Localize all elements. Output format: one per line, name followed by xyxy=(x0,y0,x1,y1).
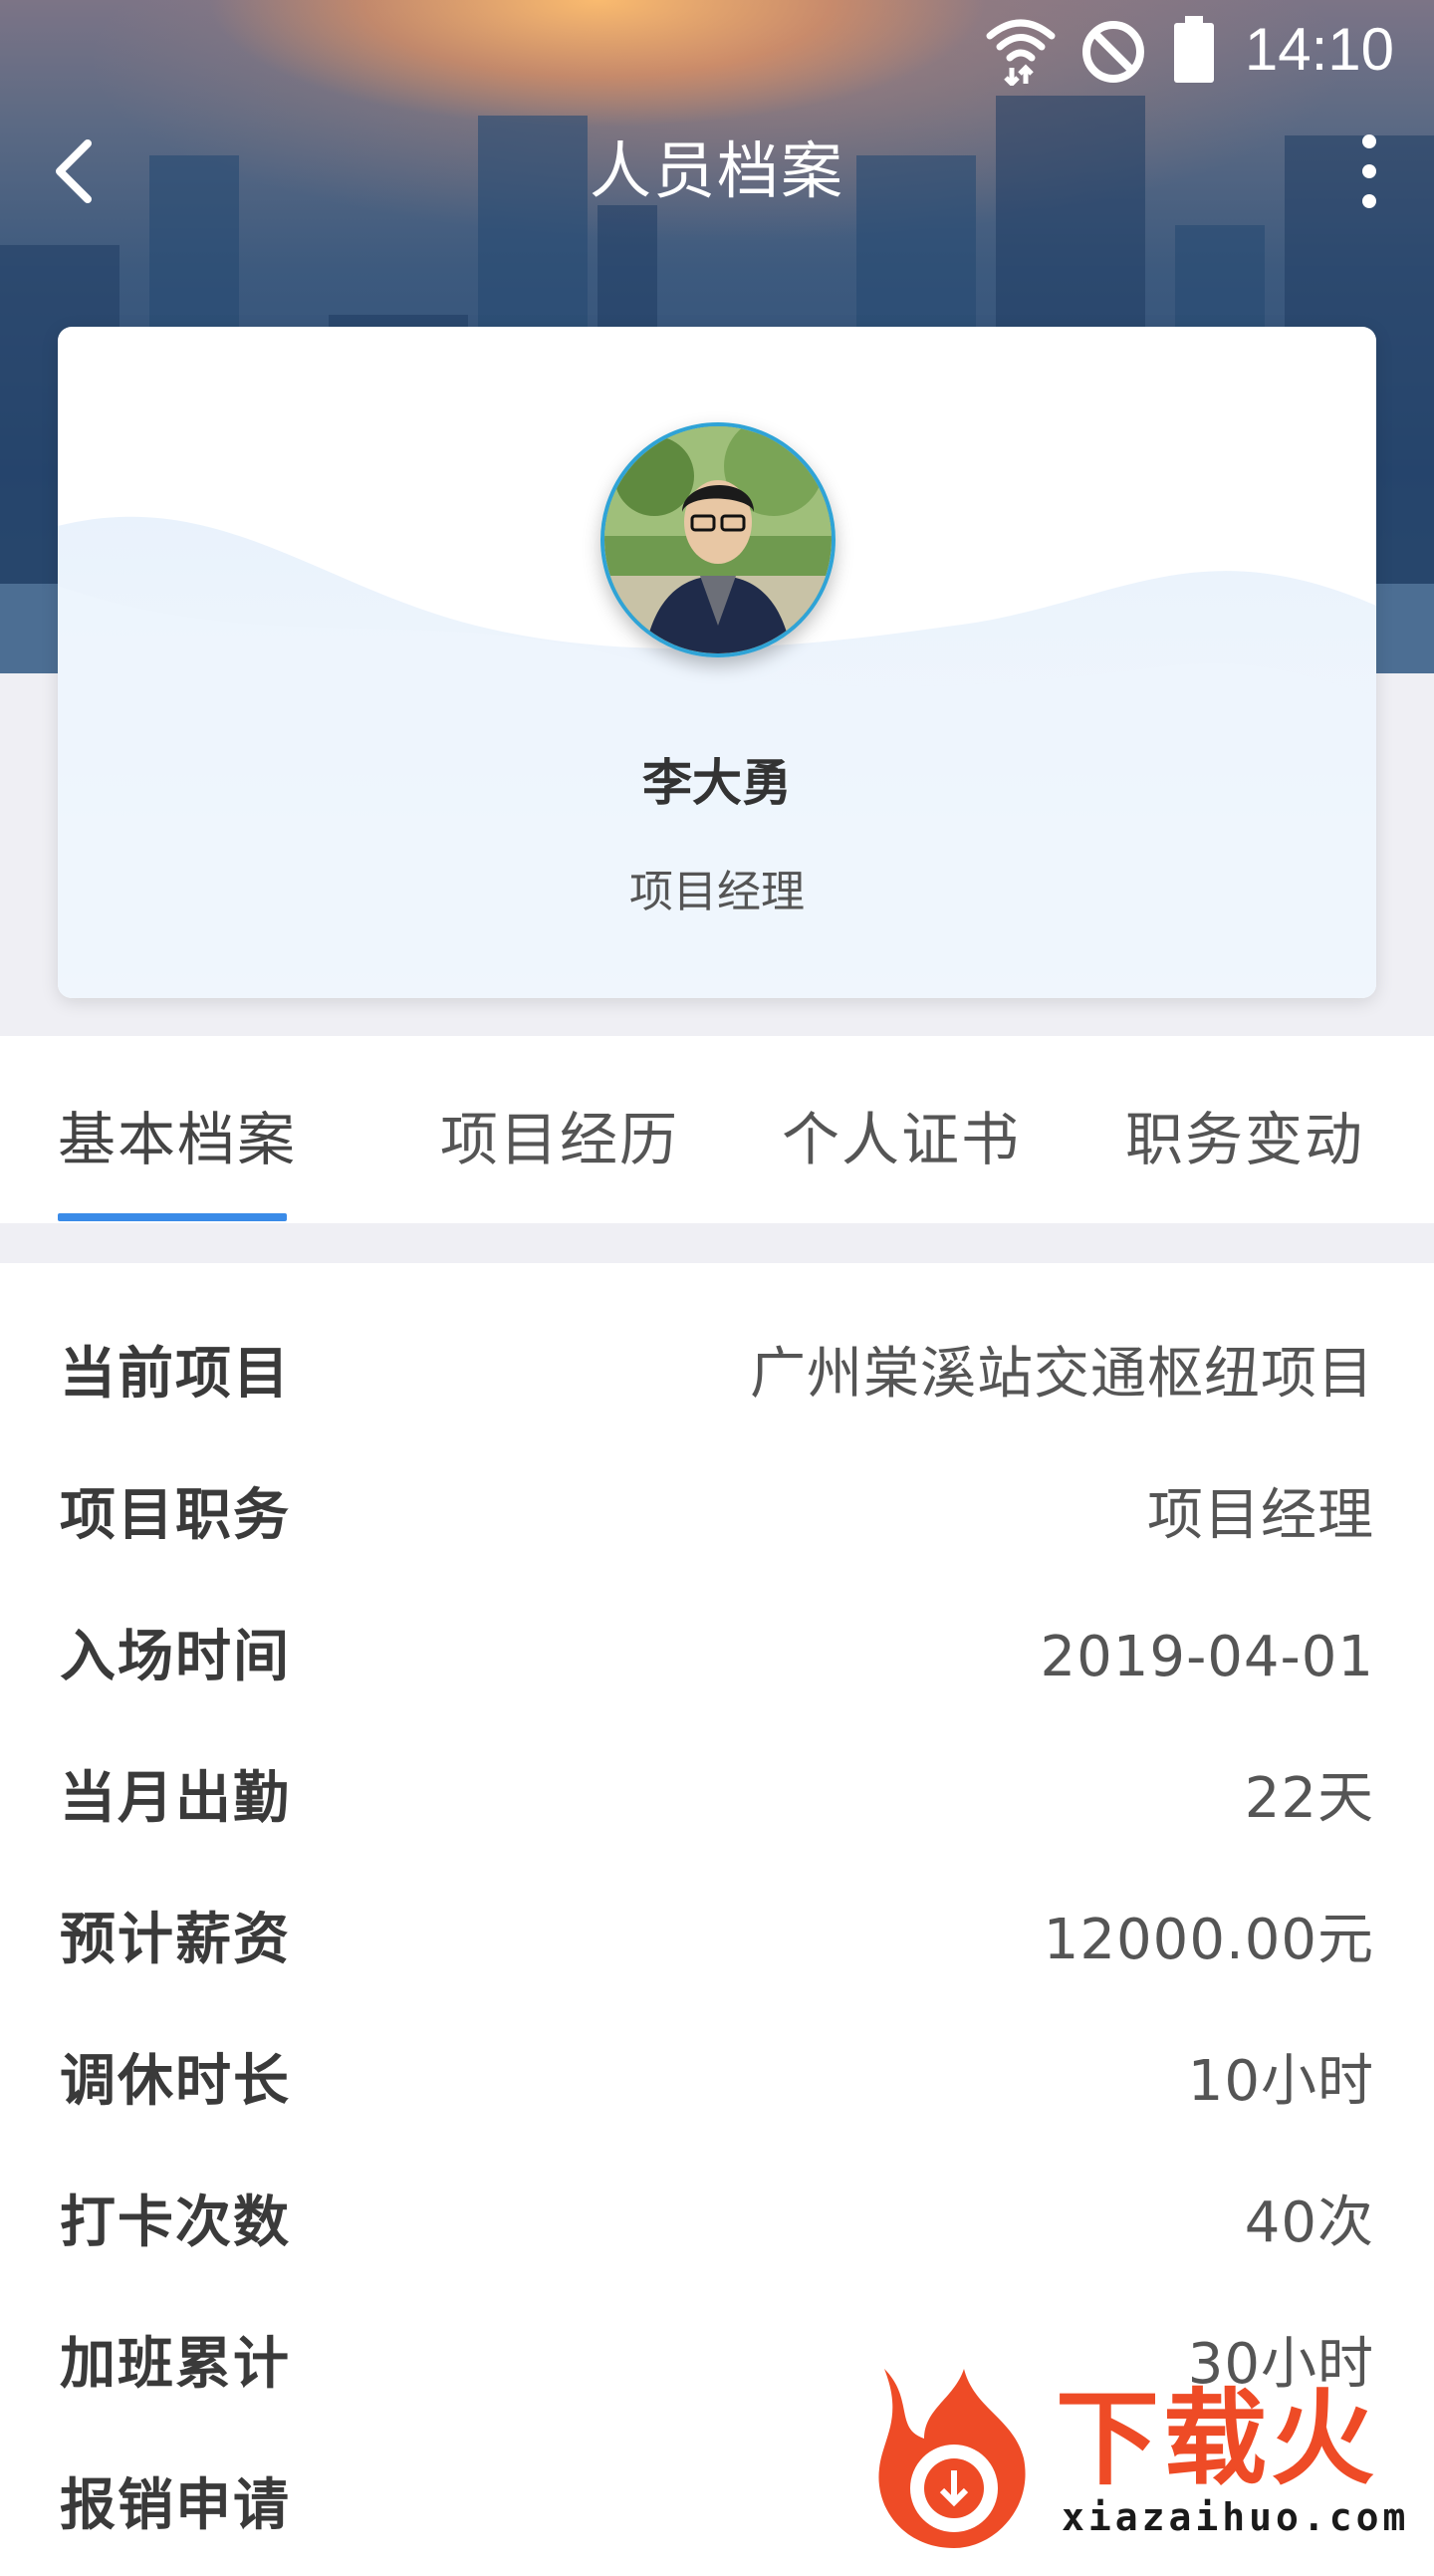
row-value: 40次 xyxy=(1244,2190,1374,2255)
list-item-compensatory-leave: 调休时长 10小时 xyxy=(0,2010,1434,2152)
watermark-logo: 下载火 xiazaihuo.com xyxy=(848,2359,1434,2550)
battery-icon xyxy=(1171,14,1217,90)
row-value: 2019-04-01 xyxy=(1040,1625,1374,1689)
person-photo xyxy=(604,426,832,653)
list-item-clock-in-count: 打卡次数 40次 xyxy=(0,2152,1434,2293)
row-value: 项目经理 xyxy=(1147,1483,1374,1548)
avatar[interactable] xyxy=(600,422,836,657)
row-label: 入场时间 xyxy=(60,1625,291,1689)
watermark-url: xiazaihuo.com xyxy=(1062,2495,1410,2539)
wifi-icon xyxy=(986,14,1056,90)
row-label: 报销申请 xyxy=(60,2473,291,2538)
list-item-entry-date: 入场时间 2019-04-01 xyxy=(0,1586,1434,1727)
page-title: 人员档案 xyxy=(589,134,844,207)
row-value: 12000.00元 xyxy=(1043,1908,1374,1972)
row-label: 当月出勤 xyxy=(60,1766,291,1831)
row-value: 22天 xyxy=(1244,1766,1374,1831)
list-item-monthly-attendance: 当月出勤 22天 xyxy=(0,1727,1434,1869)
flame-logo-icon xyxy=(878,2369,1026,2548)
row-label: 预计薪资 xyxy=(60,1908,291,1972)
profile-card: 李大勇 项目经理 xyxy=(58,327,1376,998)
more-menu-button[interactable] xyxy=(1344,129,1394,213)
status-bar: 14:10 xyxy=(0,0,1434,100)
row-label: 当前项目 xyxy=(60,1342,291,1407)
row-label: 加班累计 xyxy=(60,2332,291,2397)
profile-name: 李大勇 xyxy=(642,754,792,812)
active-tab-indicator xyxy=(58,1213,287,1221)
section-divider xyxy=(0,1223,1434,1263)
list-item-expected-salary: 预计薪资 12000.00元 xyxy=(0,1869,1434,2010)
do-not-disturb-icon xyxy=(1079,14,1147,90)
row-value: 广州棠溪站交通枢纽项目 xyxy=(750,1342,1374,1407)
tab-certificates[interactable]: 个人证书 xyxy=(782,1102,1021,1177)
tab-position-changes[interactable]: 职务变动 xyxy=(1125,1102,1364,1177)
more-vertical-icon xyxy=(1362,134,1376,208)
tab-project-experience[interactable]: 项目经历 xyxy=(440,1102,679,1177)
row-label: 调休时长 xyxy=(60,2049,291,2114)
info-list: 当前项目 广州棠溪站交通枢纽项目 项目职务 项目经理 入场时间 2019-04-… xyxy=(0,1263,1434,2550)
row-value: 10小时 xyxy=(1187,2049,1374,2114)
tab-basic-profile[interactable]: 基本档案 xyxy=(58,1102,297,1177)
profile-role: 项目经理 xyxy=(629,867,805,917)
row-label: 项目职务 xyxy=(60,1483,291,1548)
list-item-current-project: 当前项目 广州棠溪站交通枢纽项目 xyxy=(0,1303,1434,1444)
list-item-project-position: 项目职务 项目经理 xyxy=(0,1444,1434,1586)
watermark-brand: 下载火 xyxy=(1056,2378,1379,2499)
status-time: 14:10 xyxy=(1244,16,1394,83)
app-bar: 人员档案 xyxy=(0,110,1434,229)
row-label: 打卡次数 xyxy=(60,2190,291,2255)
tab-bar: 基本档案 项目经历 个人证书 职务变动 xyxy=(0,1036,1434,1223)
